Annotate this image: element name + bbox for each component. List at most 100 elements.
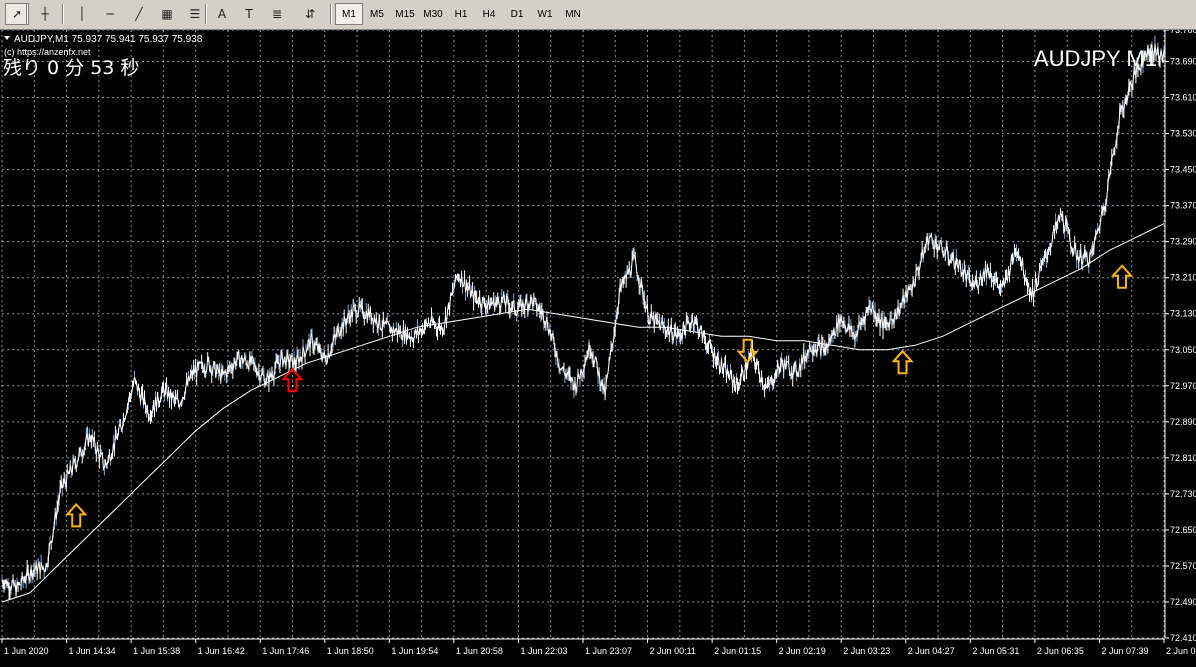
time-tick-label: 1 Jun 20:58 xyxy=(456,646,503,656)
toolbar-separator xyxy=(62,4,64,24)
price-chart-svg: 73.760 73.690 73.610 73.530 73.450 73.370 73.2… xyxy=(0,30,1196,663)
arrows-dropdown-icon: ⇵ xyxy=(305,7,315,21)
time-tick-label: 1 Jun 17:46 xyxy=(262,646,309,656)
price-bar xyxy=(835,335,836,336)
price-bar xyxy=(1041,266,1042,267)
fibo-fan-icon: ≣ xyxy=(272,7,282,21)
toolbar-separator xyxy=(26,4,28,24)
horizontal-line-icon: ─ xyxy=(106,7,113,21)
text-button[interactable]: A xyxy=(210,3,234,25)
text-icon: A xyxy=(218,7,226,21)
time-tick-label: 2 Jun 07:39 xyxy=(1101,646,1148,656)
toolbar: ➚ ┼ │ ─ ╱ ▦ ☰ AT ≣ ⇵ M1M5M15M30H1H4D1W1MN xyxy=(0,0,1196,30)
price-chart[interactable]: 73.760 73.690 73.610 73.530 73.450 73.370 73.2… xyxy=(0,30,1196,663)
price-tick-label: 73.450 xyxy=(1170,165,1196,175)
price-bar xyxy=(33,570,34,571)
equidistant-channel-button[interactable]: ▦ xyxy=(155,3,179,25)
timeframe-m30-button[interactable]: M30 xyxy=(419,3,447,25)
price-bar xyxy=(535,298,536,299)
price-tick-label: 72.490 xyxy=(1170,597,1196,607)
crosshair-button[interactable]: ┼ xyxy=(33,3,57,25)
toolbar-separator xyxy=(205,4,207,24)
vertical-line-icon: │ xyxy=(78,7,85,21)
fibonacci-button[interactable]: ☰ xyxy=(183,3,207,25)
equidistant-channel-icon: ▦ xyxy=(161,7,172,21)
time-tick-label: 1 Jun 14:34 xyxy=(69,646,116,656)
timeframe-m1-button[interactable]: M1 xyxy=(335,3,363,25)
price-tick-label: 72.650 xyxy=(1170,525,1196,535)
price-bar xyxy=(797,375,798,376)
trendline-button[interactable]: ╱ xyxy=(127,3,151,25)
time-tick-label: 2 Jun 02:19 xyxy=(779,646,826,656)
price-bar xyxy=(334,335,335,336)
price-bar xyxy=(1020,258,1021,259)
time-tick-label: 2 Jun 01:15 xyxy=(714,646,761,656)
timeframe-mn-button[interactable]: MN xyxy=(559,3,587,25)
price-tick-label: 72.570 xyxy=(1170,561,1196,571)
price-bar xyxy=(34,570,35,571)
price-bar xyxy=(511,308,512,309)
text-label-button[interactable]: T xyxy=(237,3,261,25)
price-tick-label: 73.370 xyxy=(1170,201,1196,211)
price-bar xyxy=(852,333,853,334)
timeframe-h1-button[interactable]: H1 xyxy=(447,3,475,25)
price-bar xyxy=(991,280,992,281)
price-bar xyxy=(20,585,21,586)
time-tick-label: 1 Jun 22:03 xyxy=(520,646,567,656)
price-bar xyxy=(661,322,662,323)
fibo-fan-button[interactable]: ≣ xyxy=(265,3,289,25)
price-tick-label: 73.050 xyxy=(1170,345,1196,355)
price-bar xyxy=(658,322,659,323)
time-tick-label: 1 Jun 18:50 xyxy=(327,646,374,656)
price-tick-label: 72.810 xyxy=(1170,453,1196,463)
price-tick-label: 73.690 xyxy=(1170,57,1196,67)
trendline-icon: ╱ xyxy=(135,7,142,21)
price-bar xyxy=(1066,222,1067,223)
price-tick-label: 73.760 xyxy=(1170,30,1196,35)
price-tick-label: 72.730 xyxy=(1170,489,1196,499)
arrows-dropdown-button[interactable]: ⇵ xyxy=(295,3,325,25)
price-bar xyxy=(184,397,185,398)
price-tick-label: 73.530 xyxy=(1170,129,1196,139)
time-tick-label: 2 Jun 06:35 xyxy=(1037,646,1084,656)
price-tick-label: 72.410 xyxy=(1170,633,1196,643)
price-tick-label: 73.210 xyxy=(1170,273,1196,283)
time-tick-label: 1 Jun 2020 xyxy=(4,646,49,656)
countdown-timer: 残り 0 分 53 秒 xyxy=(3,57,139,79)
price-tick-label: 73.290 xyxy=(1170,237,1196,247)
horizontal-line-button[interactable]: ─ xyxy=(98,3,122,25)
chart-header: AUDJPY,M1 75.937 75.941 75.937 75.938 xyxy=(14,34,203,45)
time-tick-label: 1 Jun 19:54 xyxy=(391,646,438,656)
price-bar xyxy=(181,402,182,403)
crosshair-icon: ┼ xyxy=(41,7,48,21)
price-tick-label: 73.130 xyxy=(1170,309,1196,319)
price-tick-label: 73.610 xyxy=(1170,93,1196,103)
toolbar-separator xyxy=(330,4,332,24)
price-bar xyxy=(51,541,52,542)
price-bar xyxy=(459,278,460,279)
copyright-text: (c) https://anzenfx.net xyxy=(4,47,91,57)
price-bar xyxy=(483,297,484,298)
time-tick-label: 2 Jun 00:11 xyxy=(650,646,696,656)
timeframe-h4-button[interactable]: H4 xyxy=(475,3,503,25)
timeframe-w1-button[interactable]: W1 xyxy=(531,3,559,25)
timeframe-m15-button[interactable]: M15 xyxy=(391,3,419,25)
price-bar xyxy=(569,373,570,374)
timeframe-d1-button[interactable]: D1 xyxy=(503,3,531,25)
price-tick-label: 72.890 xyxy=(1170,417,1196,427)
price-bar xyxy=(929,236,930,237)
price-bar xyxy=(1099,228,1100,229)
time-tick-label: 2 Jun 04:27 xyxy=(908,646,955,656)
price-tick-label: 72.970 xyxy=(1170,381,1196,391)
cursor-arrow-icon: ➚ xyxy=(12,7,22,21)
price-bar xyxy=(1113,154,1114,155)
vertical-line-button[interactable]: │ xyxy=(70,3,94,25)
chart-background xyxy=(0,30,1196,663)
time-tick-label: 2 Jun 08:43 xyxy=(1166,646,1196,656)
timeframe-m5-button[interactable]: M5 xyxy=(363,3,391,25)
time-tick-label: 1 Jun 15:38 xyxy=(133,646,180,656)
price-bar xyxy=(149,418,150,419)
time-tick-label: 1 Jun 16:42 xyxy=(198,646,245,656)
fibonacci-icon: ☰ xyxy=(190,7,201,21)
price-bar xyxy=(768,383,769,384)
